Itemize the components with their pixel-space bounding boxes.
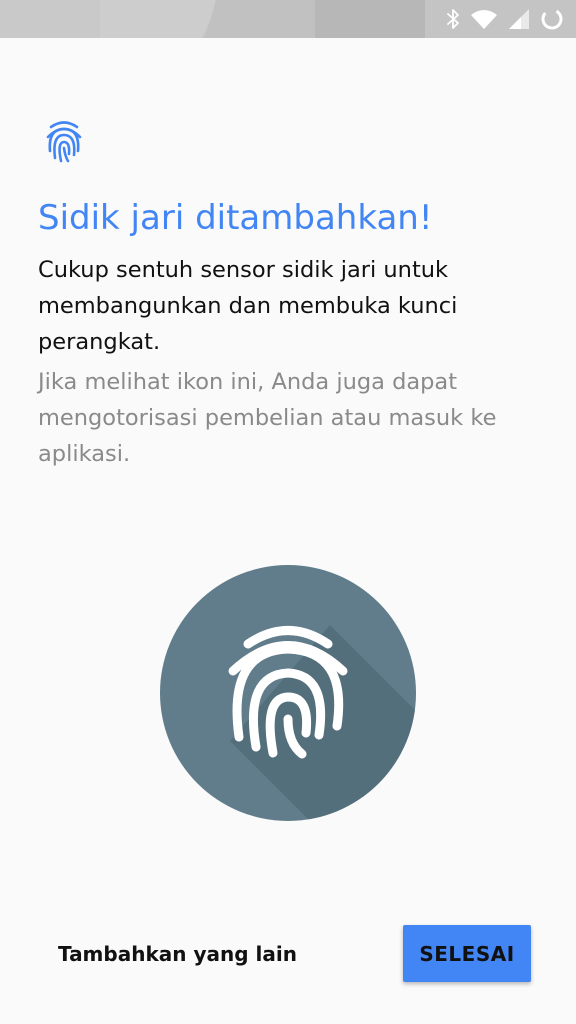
status-bar-pattern	[315, 0, 425, 38]
status-bar-pattern	[205, 0, 315, 38]
bluetooth-icon	[446, 8, 460, 30]
fingerprint-enrollment-screen: Sidik jari ditambahkan! Cukup sentuh sen…	[0, 0, 576, 1024]
add-another-button[interactable]: Tambahkan yang lain	[40, 926, 315, 982]
fingerprint-icon	[44, 118, 84, 164]
secondary-text: Jika melihat ikon ini, Anda juga dapat m…	[38, 369, 497, 467]
battery-charging-icon	[540, 7, 564, 31]
description-text: Cukup sentuh sensor sidik jari untuk mem…	[38, 257, 458, 355]
status-bar-pattern	[100, 0, 220, 38]
done-button[interactable]: SELESAI	[403, 925, 531, 982]
status-bar-pattern	[0, 0, 100, 38]
fingerprint-illustration	[160, 565, 416, 821]
page-title: Sidik jari ditambahkan!	[38, 198, 433, 238]
status-icons	[446, 6, 564, 32]
status-bar	[0, 0, 576, 38]
cell-signal-icon	[508, 8, 530, 30]
wifi-icon	[470, 8, 498, 30]
